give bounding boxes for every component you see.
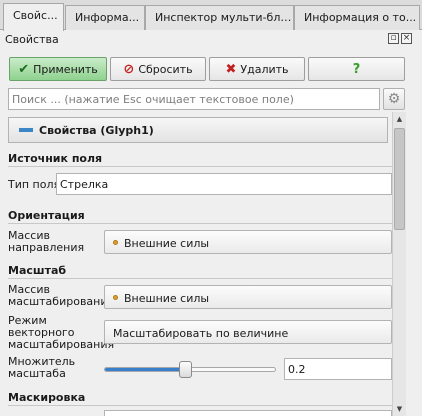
divider: [8, 278, 392, 279]
delete-button[interactable]: ✖ Удалить: [209, 57, 305, 81]
delete-icon: ✖: [225, 61, 237, 77]
orientation-array-label: Массив направления: [8, 229, 85, 254]
scale-factor-label: Множитель масштаба: [8, 355, 76, 380]
group-title: Свойства (Glyph1): [39, 123, 154, 137]
scroll-up-icon[interactable]: ▲: [393, 112, 406, 126]
divider: [8, 405, 392, 406]
scroll-down-icon[interactable]: ▼: [393, 402, 406, 416]
help-button[interactable]: ?: [308, 57, 405, 81]
vector-scale-mode-select[interactable]: Масштабировать по величине: [104, 320, 392, 344]
tab-information[interactable]: Информа...: [65, 5, 145, 30]
properties-content: Свойства (Glyph1) Источник поля Тип поля…: [0, 112, 392, 416]
reset-label: Сбросить: [138, 62, 193, 76]
section-field-source: Источник поля: [8, 152, 103, 165]
scale-array-select[interactable]: Внешние силы: [104, 285, 392, 309]
field-type-input[interactable]: Стрелка: [56, 173, 392, 195]
tab-info-about[interactable]: Информация о то...: [294, 5, 420, 30]
panel-title: Свойства: [5, 33, 59, 46]
properties-group-header[interactable]: Свойства (Glyph1): [8, 117, 388, 143]
point-data-icon: [113, 240, 118, 245]
tab-multiblock-inspector[interactable]: Инспектор мульти-бло...: [145, 5, 294, 30]
reset-icon: ⊘: [123, 61, 135, 77]
divider: [8, 166, 392, 167]
scroll-thumb[interactable]: [394, 128, 405, 230]
point-data-icon: [113, 295, 118, 300]
orientation-array-select[interactable]: Внешние силы: [104, 230, 392, 254]
divider: [8, 223, 392, 224]
field-type-label: Тип поля: [8, 178, 61, 191]
orientation-array-value: Внешние силы: [124, 237, 210, 250]
reset-button[interactable]: ⊘ Сбросить: [110, 57, 206, 81]
section-masking: Маскировка: [8, 391, 86, 404]
slider-fill: [105, 368, 185, 371]
vertical-scrollbar[interactable]: ▲ ▼: [392, 112, 406, 416]
apply-button[interactable]: ✔ Применить: [9, 57, 107, 81]
apply-label: Применить: [33, 62, 98, 76]
slider-handle[interactable]: [178, 361, 192, 378]
collapse-icon: [19, 128, 33, 132]
apply-icon: ✔: [18, 61, 30, 77]
scale-factor-input[interactable]: 0.2: [284, 358, 392, 380]
vector-scale-mode-label: Режим векторного масштабирования: [8, 314, 115, 351]
vector-scale-mode-value: Масштабировать по величине: [113, 327, 289, 340]
gear-icon[interactable]: ⚙: [383, 88, 405, 110]
delete-label: Удалить: [240, 62, 289, 76]
tab-bar: Свойс... Информа... Инспектор мульти-бло…: [0, 0, 422, 31]
scale-array-label: Массив масштабирования: [8, 283, 115, 308]
scale-array-value: Внешние силы: [124, 292, 210, 305]
float-icon[interactable]: ▫: [388, 33, 399, 44]
close-icon[interactable]: ×: [401, 33, 412, 44]
tab-properties[interactable]: Свойс...: [3, 3, 64, 31]
masking-field[interactable]: [104, 410, 392, 416]
section-scale: Масштаб: [8, 264, 67, 277]
help-icon: ?: [352, 61, 361, 77]
search-input[interactable]: Поиск ... (нажатие Esc очищает текстовое…: [8, 88, 380, 110]
section-orientation: Ориентация: [8, 209, 85, 222]
